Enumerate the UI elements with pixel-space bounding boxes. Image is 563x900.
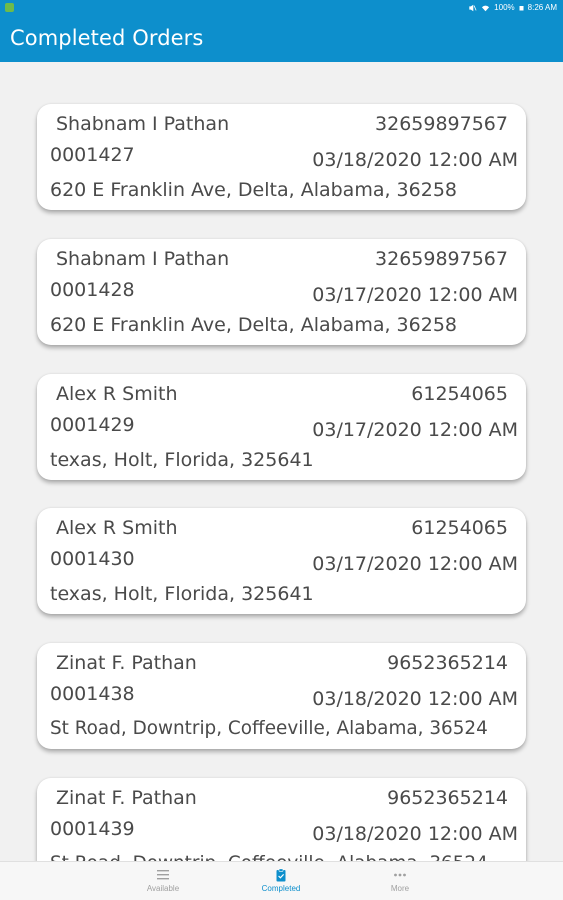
customer-phone: 9652365214 [387, 652, 508, 674]
clipboard-check-icon [276, 868, 286, 882]
customer-address: St Road, Downtrip, Coffeeville, Alabama,… [50, 853, 488, 861]
order-card[interactable]: Zinat F. Pathan 9652365214 0001438 03/18… [37, 643, 526, 749]
battery-percentage: 100% [494, 3, 515, 12]
order-number: 0001438 [50, 683, 135, 705]
order-card[interactable]: Shabnam I Pathan 32659897567 0001427 03/… [37, 104, 526, 210]
orders-list[interactable]: Shabnam I Pathan 32659897567 0001427 03/… [0, 62, 563, 861]
status-bar-right: 100% 8:26 AM [468, 3, 557, 12]
order-card[interactable]: Zinat F. Pathan 9652365214 0001439 03/18… [37, 778, 526, 861]
order-card[interactable]: Shabnam I Pathan 32659897567 0001428 03/… [37, 239, 526, 345]
page-title: Completed Orders [10, 26, 204, 50]
customer-address: 620 E Franklin Ave, Delta, Alabama, 3625… [50, 179, 457, 201]
customer-address: 620 E Franklin Ave, Delta, Alabama, 3625… [50, 314, 457, 336]
tab-more[interactable]: More [340, 862, 460, 900]
customer-phone: 61254065 [411, 383, 508, 405]
app-notification-icon [5, 3, 14, 12]
customer-phone: 32659897567 [375, 248, 508, 270]
order-date: 03/17/2020 12:00 AM [312, 284, 518, 306]
customer-phone: 9652365214 [387, 787, 508, 809]
customer-name: Alex R Smith [56, 383, 178, 405]
customer-address: St Road, Downtrip, Coffeeville, Alabama,… [50, 718, 488, 739]
order-date: 03/17/2020 12:00 AM [312, 553, 518, 575]
customer-phone: 61254065 [411, 517, 508, 539]
wifi-icon [482, 5, 490, 11]
order-number: 0001439 [50, 818, 135, 840]
list-icon [157, 870, 169, 880]
customer-address: texas, Holt, Florida, 325641 [50, 583, 314, 605]
tab-completed-label: Completed [261, 884, 301, 893]
order-number: 0001429 [50, 414, 135, 436]
order-number: 0001428 [50, 279, 135, 301]
customer-name: Zinat F. Pathan [56, 787, 197, 809]
order-date: 03/17/2020 12:00 AM [312, 419, 518, 441]
customer-name: Alex R Smith [56, 517, 178, 539]
mute-icon [469, 4, 477, 11]
more-dots-icon [394, 873, 406, 877]
customer-name: Shabnam I Pathan [56, 113, 230, 135]
customer-address: texas, Holt, Florida, 325641 [50, 449, 314, 471]
order-card[interactable]: Alex R Smith 61254065 0001429 03/17/2020… [37, 374, 526, 480]
app-header: Completed Orders [0, 17, 563, 62]
tab-more-label: More [390, 884, 410, 893]
order-date: 03/18/2020 12:00 AM [312, 688, 518, 710]
tab-available[interactable]: Available [103, 862, 223, 900]
status-time: 8:26 AM [527, 3, 557, 12]
order-date: 03/18/2020 12:00 AM [312, 823, 518, 845]
battery-icon [519, 5, 524, 10]
bottom-tab-bar: Available Completed More [0, 861, 563, 900]
customer-name: Shabnam I Pathan [56, 248, 230, 270]
order-date: 03/18/2020 12:00 AM [312, 149, 518, 171]
order-number: 0001427 [50, 144, 135, 166]
tab-available-label: Available [146, 884, 180, 893]
order-card[interactable]: Alex R Smith 61254065 0001430 03/17/2020… [37, 508, 526, 614]
customer-phone: 32659897567 [375, 113, 508, 135]
status-bar: 100% 8:26 AM [0, 0, 563, 17]
customer-name: Zinat F. Pathan [56, 652, 197, 674]
tab-completed[interactable]: Completed [221, 862, 341, 900]
order-number: 0001430 [50, 548, 135, 570]
